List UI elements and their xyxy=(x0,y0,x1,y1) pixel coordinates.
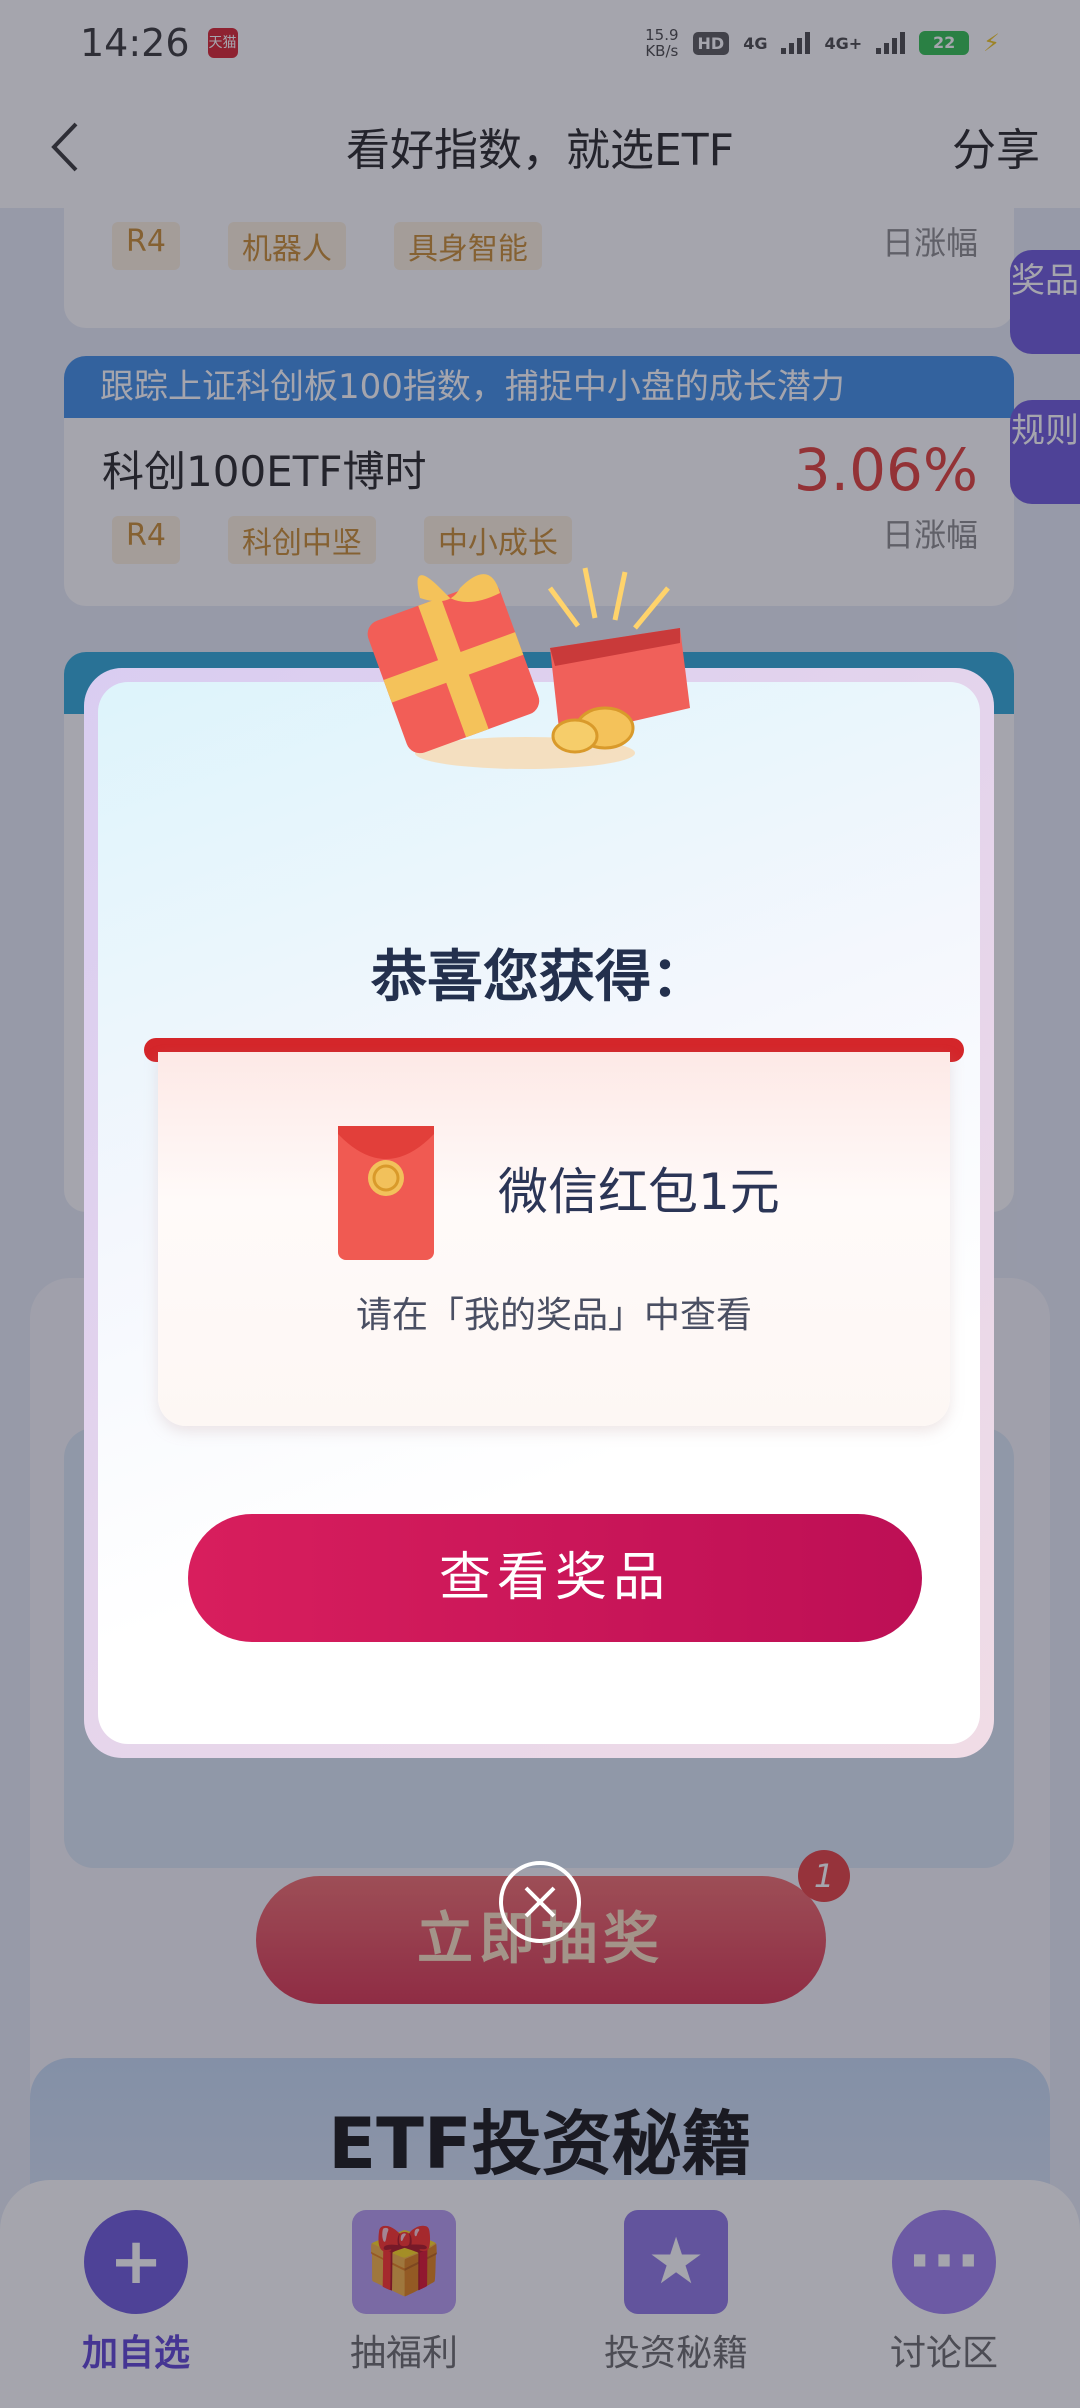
dialog-title: 恭喜您获得： xyxy=(371,945,707,1010)
red-envelope-icon xyxy=(338,1126,434,1260)
gift-box-icon xyxy=(367,567,690,769)
prize-dialog: 恭喜您获得： 微信红包1元 请在「我的奖品」中查看 查看奖品 xyxy=(84,668,994,1758)
dialog-body: 恭喜您获得： 微信红包1元 请在「我的奖品」中查看 查看奖品 xyxy=(98,682,980,1744)
view-prize-button[interactable]: 查看奖品 xyxy=(188,1514,922,1642)
prize-card: 微信红包1元 请在「我的奖品」中查看 xyxy=(158,1052,950,1426)
prize-name: 微信红包1元 xyxy=(498,1163,780,1221)
close-icon[interactable] xyxy=(498,1860,582,1944)
prize-hint: 请在「我的奖品」中查看 xyxy=(355,1295,752,1336)
